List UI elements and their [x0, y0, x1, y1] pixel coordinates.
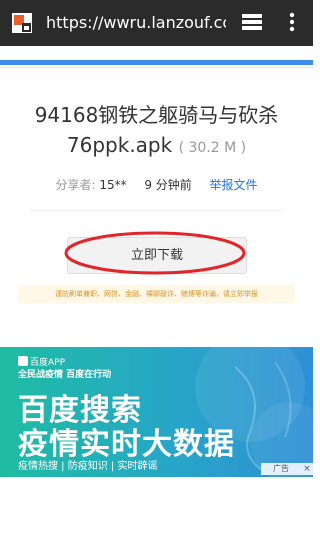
divider — [30, 210, 283, 211]
file-meta: 分享者: 15** 9 分钟前 举报文件 — [0, 176, 313, 194]
ad-label: 广告 — [261, 463, 301, 475]
ad-close-icon[interactable]: × — [301, 463, 313, 475]
file-size: ( 30.2 M ) — [178, 140, 247, 156]
more-vertical-icon[interactable] — [284, 10, 300, 34]
file-title: 94168钢铁之躯骑马与砍杀76ppk.apk ( 30.2 M ) — [10, 100, 303, 163]
divider — [0, 67, 313, 68]
fraud-warning: 谨防刷单兼职、网贷、金融、裸聊敲诈、赌博等诈骗，请立即举报 — [18, 285, 295, 303]
tabs-icon[interactable] — [240, 10, 264, 34]
baidu-logo-icon — [18, 356, 28, 366]
share-time: 9 分钟前 — [144, 178, 192, 192]
report-file-link[interactable]: 举报文件 — [209, 178, 257, 192]
sharer-label: 分享者: — [55, 178, 96, 192]
address-bar[interactable]: https://wwru.lanzouf.com — [46, 12, 226, 34]
browser-toolbar: https://wwru.lanzouf.com — [0, 0, 313, 46]
ad-slogan: 全民战疫情 百度在行动 — [18, 370, 112, 380]
sharer-name: 15** — [99, 178, 127, 192]
ad-headline-1: 百度搜索 — [18, 393, 142, 428]
ad-headline-2: 疫情实时大数据 — [18, 427, 235, 462]
header-accent-strip — [0, 60, 313, 65]
ad-brand: 百度APP — [18, 356, 68, 369]
ad-banner[interactable]: 百度APP 全民战疫情 百度在行动 百度搜索 疫情实时大数据 疫情热搜 | 防疫… — [0, 347, 313, 477]
site-favicon-icon[interactable] — [11, 12, 33, 34]
download-button[interactable]: 立即下载 — [67, 237, 247, 274]
ad-links: 疫情热搜 | 防疫知识 | 实时辟谣 — [18, 461, 158, 472]
